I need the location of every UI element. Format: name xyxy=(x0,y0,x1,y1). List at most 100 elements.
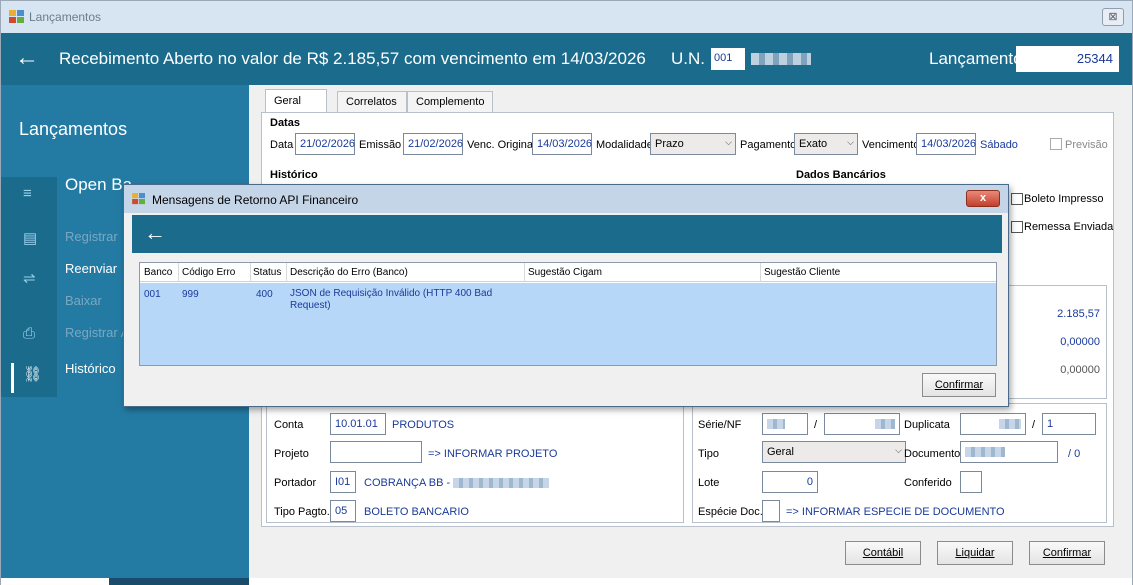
conta-field[interactable]: 10.01.01 xyxy=(330,413,386,435)
app-icon xyxy=(9,10,24,23)
valor-principal: 2.185,57 xyxy=(1057,308,1100,320)
tipo-pagto-field[interactable]: 05 xyxy=(330,500,356,522)
serie-redacted xyxy=(767,419,785,430)
conta-label: Conta xyxy=(274,419,304,431)
lancamento-number-field[interactable]: 25344 xyxy=(1016,46,1119,72)
previsao-checkbox[interactable] xyxy=(1050,138,1062,150)
boleto-impresso-checkbox[interactable] xyxy=(1011,193,1023,205)
duplicata-field[interactable] xyxy=(960,413,1026,435)
un-label: U.N. xyxy=(671,49,705,68)
pagamento-label: Pagamento xyxy=(740,139,797,151)
bottom-strip-tab xyxy=(109,578,249,585)
vencimento-label: Vencimento xyxy=(862,139,920,151)
documento-field[interactable] xyxy=(960,441,1058,463)
tab-correlatos[interactable]: Correlatos xyxy=(337,91,407,112)
documento-label: Documento xyxy=(904,448,961,460)
remessa-enviada-label: Remessa Enviada xyxy=(1024,221,1114,233)
conferido-field[interactable] xyxy=(960,471,982,493)
lancamento-label: Lançamento xyxy=(929,49,1023,68)
window-titlebar: Lançamentos ⊠ xyxy=(1,1,1132,33)
sidebar-title: Lançamentos xyxy=(19,119,128,139)
back-arrow-icon[interactable]: ← xyxy=(144,221,166,245)
dialog-close-button[interactable]: x xyxy=(966,190,1000,207)
confirmar-button[interactable]: Confirmar xyxy=(1029,541,1105,565)
cell-descricao: JSON de Requisição Inválido (HTTP 400 Ba… xyxy=(290,288,493,311)
contabil-button[interactable]: Contábil xyxy=(845,541,921,565)
col-sugestao-cigam[interactable]: Sugestão Cigam xyxy=(528,267,602,278)
valor-terciario: 0,00000 xyxy=(1060,364,1100,376)
projeto-hint: => INFORMAR PROJETO xyxy=(428,448,558,460)
remessa-enviada-checkbox[interactable] xyxy=(1011,221,1023,233)
portador-descricao-text: COBRANÇA BB - xyxy=(364,477,451,489)
portador-descricao: COBRANÇA BB - xyxy=(364,477,550,489)
dialog-header-bar: ← xyxy=(132,215,1002,253)
cell-codigo-erro: 999 xyxy=(182,289,199,300)
column-separator xyxy=(286,263,287,282)
window-close-button[interactable]: ⊠ xyxy=(1102,8,1124,26)
bottom-strip xyxy=(1,578,1132,585)
col-descricao[interactable]: Descrição do Erro (Banco) xyxy=(290,267,408,278)
portador-field[interactable]: I01 xyxy=(330,471,356,493)
col-codigo-erro[interactable]: Código Erro xyxy=(182,267,235,278)
vencimento-field[interactable]: 14/03/2026 xyxy=(916,133,976,155)
documento-redacted xyxy=(965,447,1005,458)
venc-original-field[interactable]: 14/03/2026 xyxy=(532,133,592,155)
emissao-label: Emissão xyxy=(359,139,402,151)
sidebar-item-label: Baixar xyxy=(65,293,102,308)
portador-label: Portador xyxy=(274,477,317,489)
data-field[interactable]: 21/02/2026 xyxy=(295,133,355,155)
main-window: Lançamentos ⊠ ← Recebimento Aberto no va… xyxy=(0,0,1133,585)
col-status[interactable]: Status xyxy=(253,267,281,278)
window-title: Lançamentos xyxy=(29,10,102,24)
nf-field[interactable] xyxy=(824,413,900,435)
portador-redacted xyxy=(453,478,550,489)
menu-icon: ≡ xyxy=(23,185,32,202)
lote-label: Lote xyxy=(698,477,720,489)
tipo-pagto-label: Tipo Pagto. xyxy=(274,506,330,518)
tipo-pagto-descricao: BOLETO BANCARIO xyxy=(364,506,469,518)
emissao-field[interactable]: 21/02/2026 xyxy=(403,133,463,155)
back-arrow-icon[interactable]: ← xyxy=(15,45,39,71)
venc-original-label: Venc. Original xyxy=(467,139,536,151)
api-messages-dialog: Mensagens de Retorno API Financeiro x ← … xyxy=(123,184,1009,407)
valor-secundario: 0,00000 xyxy=(1060,336,1100,348)
especie-hint: => INFORMAR ESPECIE DE DOCUMENTO xyxy=(786,506,1005,518)
documento-suffix: / 0 xyxy=(1068,448,1081,460)
sidebar-item-label: Reenviar xyxy=(65,261,118,276)
duplicata-slash: / xyxy=(1032,419,1036,431)
tab-complemento[interactable]: Complemento xyxy=(407,91,493,112)
serie-field[interactable] xyxy=(762,413,808,435)
pagamento-select[interactable]: Exato ⌵ xyxy=(794,133,858,155)
chain-link-icon: ⛓ xyxy=(23,366,43,383)
table-row[interactable]: 001 999 400 JSON de Requisição Inválido … xyxy=(140,283,996,365)
dia-semana-label: Sábado xyxy=(980,139,1018,151)
lote-field[interactable]: 0 xyxy=(762,471,818,493)
dialog-titlebar: Mensagens de Retorno API Financeiro x xyxy=(124,185,1008,213)
sidebar-item-label: Registrar xyxy=(65,229,118,244)
header-message: Recebimento Aberto no valor de R$ 2.185,… xyxy=(59,49,646,68)
app-icon xyxy=(132,193,145,205)
tipo-value: Geral xyxy=(767,446,794,458)
conta-descricao: PRODUTOS xyxy=(392,419,455,431)
tipo-select[interactable]: Geral ⌵ xyxy=(762,441,906,463)
especie-field[interactable] xyxy=(762,500,780,522)
projeto-field[interactable] xyxy=(330,441,422,463)
liquidar-button[interactable]: Liquidar xyxy=(937,541,1013,565)
dialog-confirm-button[interactable]: Confirmar xyxy=(922,373,996,397)
col-banco[interactable]: Banco xyxy=(144,267,172,278)
document-icon: ▤ xyxy=(23,230,38,247)
pagamento-value: Exato xyxy=(799,138,828,150)
nf-redacted xyxy=(875,419,895,430)
especie-doc-label: Espécie Doc. xyxy=(698,506,763,518)
classificacao-box xyxy=(266,403,684,523)
datas-section-label: Datas xyxy=(270,117,300,129)
chevron-down-icon: ⌵ xyxy=(725,137,732,147)
tab-geral[interactable]: Geral xyxy=(265,89,327,112)
modalidade-select[interactable]: Prazo ⌵ xyxy=(650,133,736,155)
col-sugestao-cliente[interactable]: Sugestão Cliente xyxy=(764,267,840,278)
cell-banco: 001 xyxy=(144,289,161,300)
parcela-field[interactable]: 1 xyxy=(1042,413,1096,435)
column-separator xyxy=(178,263,179,282)
dialog-title: Mensagens de Retorno API Financeiro xyxy=(152,193,359,207)
un-code-field[interactable]: 001 xyxy=(711,48,745,70)
